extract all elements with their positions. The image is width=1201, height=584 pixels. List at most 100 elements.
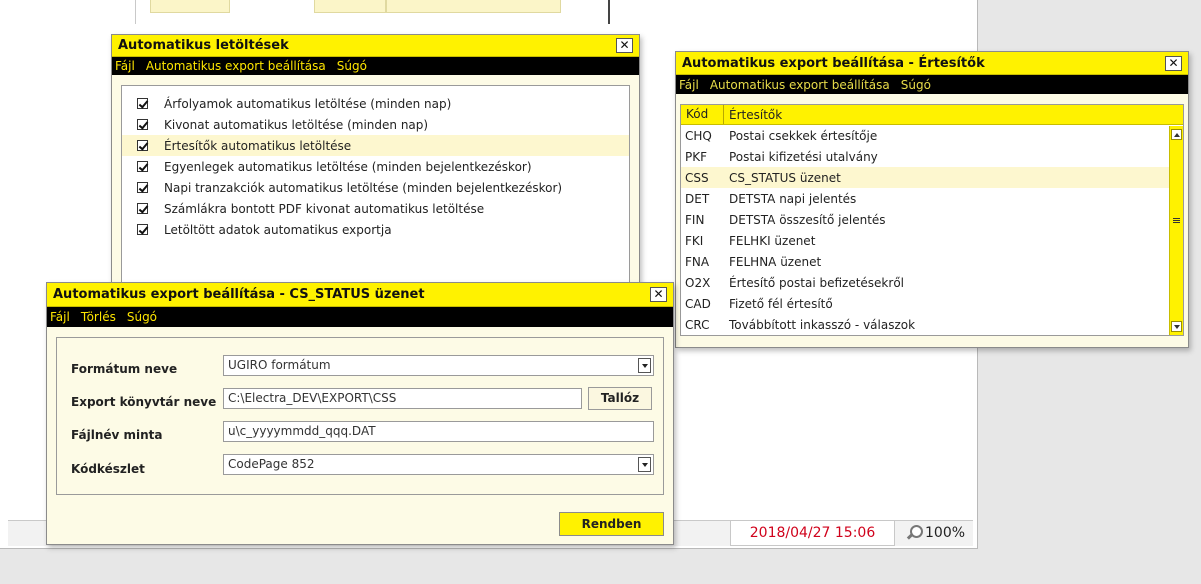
chevron-down-icon[interactable] [638, 457, 651, 472]
option-label: Árfolyamok automatikus letöltése (minden… [164, 96, 452, 111]
menu-help[interactable]: Súgó [901, 78, 931, 92]
option-statement[interactable]: Kivonat automatikus letöltése (minden na… [122, 114, 629, 135]
export-dir-input[interactable]: C:\Electra_DEV\EXPORT\CSS [223, 388, 582, 409]
background-window-fragment [135, 0, 610, 24]
table-row[interactable]: O2X Értesítő postai befizetésekről [681, 272, 1183, 293]
scroll-grip-icon[interactable] [1173, 218, 1180, 223]
filename-label: Fájlnév minta [71, 428, 163, 442]
option-label: Kivonat automatikus letöltése (minden na… [164, 117, 429, 132]
option-auto-export[interactable]: Letöltött adatok automatikus exportja [122, 219, 629, 240]
cell-code: CRC [685, 317, 710, 332]
scroll-down-icon[interactable] [1171, 321, 1182, 332]
window-title: Automatikus export beállítása - Értesítő… [682, 55, 985, 71]
menu-delete[interactable]: Törlés [81, 310, 116, 324]
format-label: Formátum neve [71, 362, 178, 376]
table-row[interactable]: DET DETSTA napi jelentés [681, 188, 1183, 209]
menu-file[interactable]: Fájl [115, 59, 135, 73]
charset-value: CodePage 852 [228, 457, 315, 471]
format-value: UGIRO formátum [228, 358, 331, 372]
table-row[interactable]: FNA FELHNA üzenet [681, 251, 1183, 272]
cell-name: CS_STATUS üzenet [729, 170, 841, 185]
table-header: Kód Értesítők [681, 105, 1183, 125]
cell-name: FELHKI üzenet [729, 233, 816, 248]
menubar: Fájl Törlés Súgó [47, 307, 673, 327]
checkbox-checked-icon[interactable] [137, 140, 148, 151]
option-notifications[interactable]: Értesítők automatikus letöltése [122, 135, 629, 156]
table-row[interactable]: CHQ Postai csekkek értesítője [681, 125, 1183, 146]
chevron-down-icon[interactable] [638, 358, 651, 373]
charset-select[interactable]: CodePage 852 [223, 454, 654, 475]
checkbox-checked-icon[interactable] [137, 182, 148, 193]
menu-help[interactable]: Súgó [337, 59, 367, 73]
menu-file[interactable]: Fájl [50, 310, 70, 324]
zoom-level: 100% [925, 525, 966, 541]
status-datetime: 2018/04/27 15:06 [730, 520, 895, 546]
table-row[interactable]: FIN DETSTA összesítő jelentés [681, 209, 1183, 230]
option-daily-transactions[interactable]: Napi tranzakciók automatikus letöltése (… [122, 177, 629, 198]
format-select[interactable]: UGIRO formátum [223, 355, 654, 376]
notifications-export-window: Automatikus export beállítása - Értesítő… [675, 51, 1189, 348]
export-settings-form: Formátum neve UGIRO formátum Export köny… [56, 337, 664, 495]
close-icon[interactable]: ✕ [650, 287, 667, 302]
option-label: Számlákra bontott PDF kivonat automatiku… [164, 201, 485, 216]
option-label: Értesítők automatikus letöltése [164, 138, 352, 153]
checkbox-checked-icon[interactable] [137, 161, 148, 172]
filename-value: u\c_yyyymmdd_qqq.DAT [228, 424, 376, 438]
charset-label: Kódkészlet [71, 462, 145, 476]
menu-help[interactable]: Súgó [127, 310, 157, 324]
zoom-icon [906, 525, 923, 541]
checkbox-checked-icon[interactable] [137, 119, 148, 130]
filename-input[interactable]: u\c_yyyymmdd_qqq.DAT [223, 421, 654, 442]
menu-auto-export-settings[interactable]: Automatikus export beállítása [710, 78, 890, 92]
checkbox-checked-icon[interactable] [137, 98, 148, 109]
cell-name: DETSTA összesítő jelentés [729, 212, 886, 227]
status-zoom[interactable]: 100% [898, 520, 972, 546]
cell-code: CHQ [685, 128, 712, 143]
column-header-code[interactable]: Kód [681, 105, 724, 124]
export-dir-value: C:\Electra_DEV\EXPORT\CSS [228, 391, 397, 405]
cell-code: FKI [685, 233, 704, 248]
menubar: Fájl Automatikus export beállítása Súgó [676, 75, 1188, 94]
export-dir-label: Export könyvtár neve [71, 395, 217, 409]
table-row[interactable]: CRC Továbbított inkasszó - válaszok [681, 314, 1183, 335]
download-options-list: Árfolyamok automatikus letöltése (minden… [121, 85, 630, 283]
vertical-scrollbar[interactable] [1169, 126, 1183, 335]
background-cell [386, 0, 561, 13]
cell-code: O2X [685, 275, 711, 290]
window-titlebar[interactable]: Automatikus export beállítása - Értesítő… [676, 52, 1188, 75]
cell-code: FIN [685, 212, 705, 227]
ok-button[interactable]: Rendben [559, 512, 664, 536]
table-row[interactable]: PKF Postai kifizetési utalvány [681, 146, 1183, 167]
column-header-notifications[interactable]: Értesítők [724, 108, 782, 122]
checkbox-checked-icon[interactable] [137, 224, 148, 235]
window-titlebar[interactable]: Automatikus letöltések ✕ [112, 35, 639, 57]
window-titlebar[interactable]: Automatikus export beállítása - CS_STATU… [47, 283, 673, 307]
table-row-selected[interactable]: CSS CS_STATUS üzenet [681, 167, 1183, 188]
cell-code: PKF [685, 149, 708, 164]
option-exchange-rates[interactable]: Árfolyamok automatikus letöltése (minden… [122, 93, 629, 114]
background-cell [314, 0, 386, 13]
menu-file[interactable]: Fájl [679, 78, 699, 92]
window-title: Automatikus letöltések [118, 38, 289, 53]
cs-status-export-window: Automatikus export beállítása - CS_STATU… [46, 282, 674, 545]
checkbox-checked-icon[interactable] [137, 203, 148, 214]
cell-code: CAD [685, 296, 711, 311]
notifications-table: Kód Értesítők CHQ Postai csekkek értesít… [680, 104, 1184, 336]
cell-name: Postai kifizetési utalvány [729, 149, 878, 164]
cell-code: CSS [685, 170, 709, 185]
cell-name: Fizető fél értesítő [729, 296, 833, 311]
option-pdf-statement[interactable]: Számlákra bontott PDF kivonat automatiku… [122, 198, 629, 219]
close-icon[interactable]: ✕ [616, 38, 633, 53]
table-row[interactable]: FKI FELHKI üzenet [681, 230, 1183, 251]
cell-name: DETSTA napi jelentés [729, 191, 857, 206]
option-label: Egyenlegek automatikus letöltése (minden… [164, 159, 532, 174]
cell-code: FNA [685, 254, 710, 269]
scroll-up-icon[interactable] [1171, 129, 1182, 140]
cell-name: Értesítő postai befizetésekről [729, 275, 904, 290]
cell-name: Postai csekkek értesítője [729, 128, 878, 143]
table-row[interactable]: CAD Fizető fél értesítő [681, 293, 1183, 314]
close-icon[interactable]: ✕ [1165, 55, 1182, 71]
menu-auto-export-settings[interactable]: Automatikus export beállítása [146, 59, 326, 73]
option-balances[interactable]: Egyenlegek automatikus letöltése (minden… [122, 156, 629, 177]
browse-button[interactable]: Tallóz [588, 387, 652, 410]
